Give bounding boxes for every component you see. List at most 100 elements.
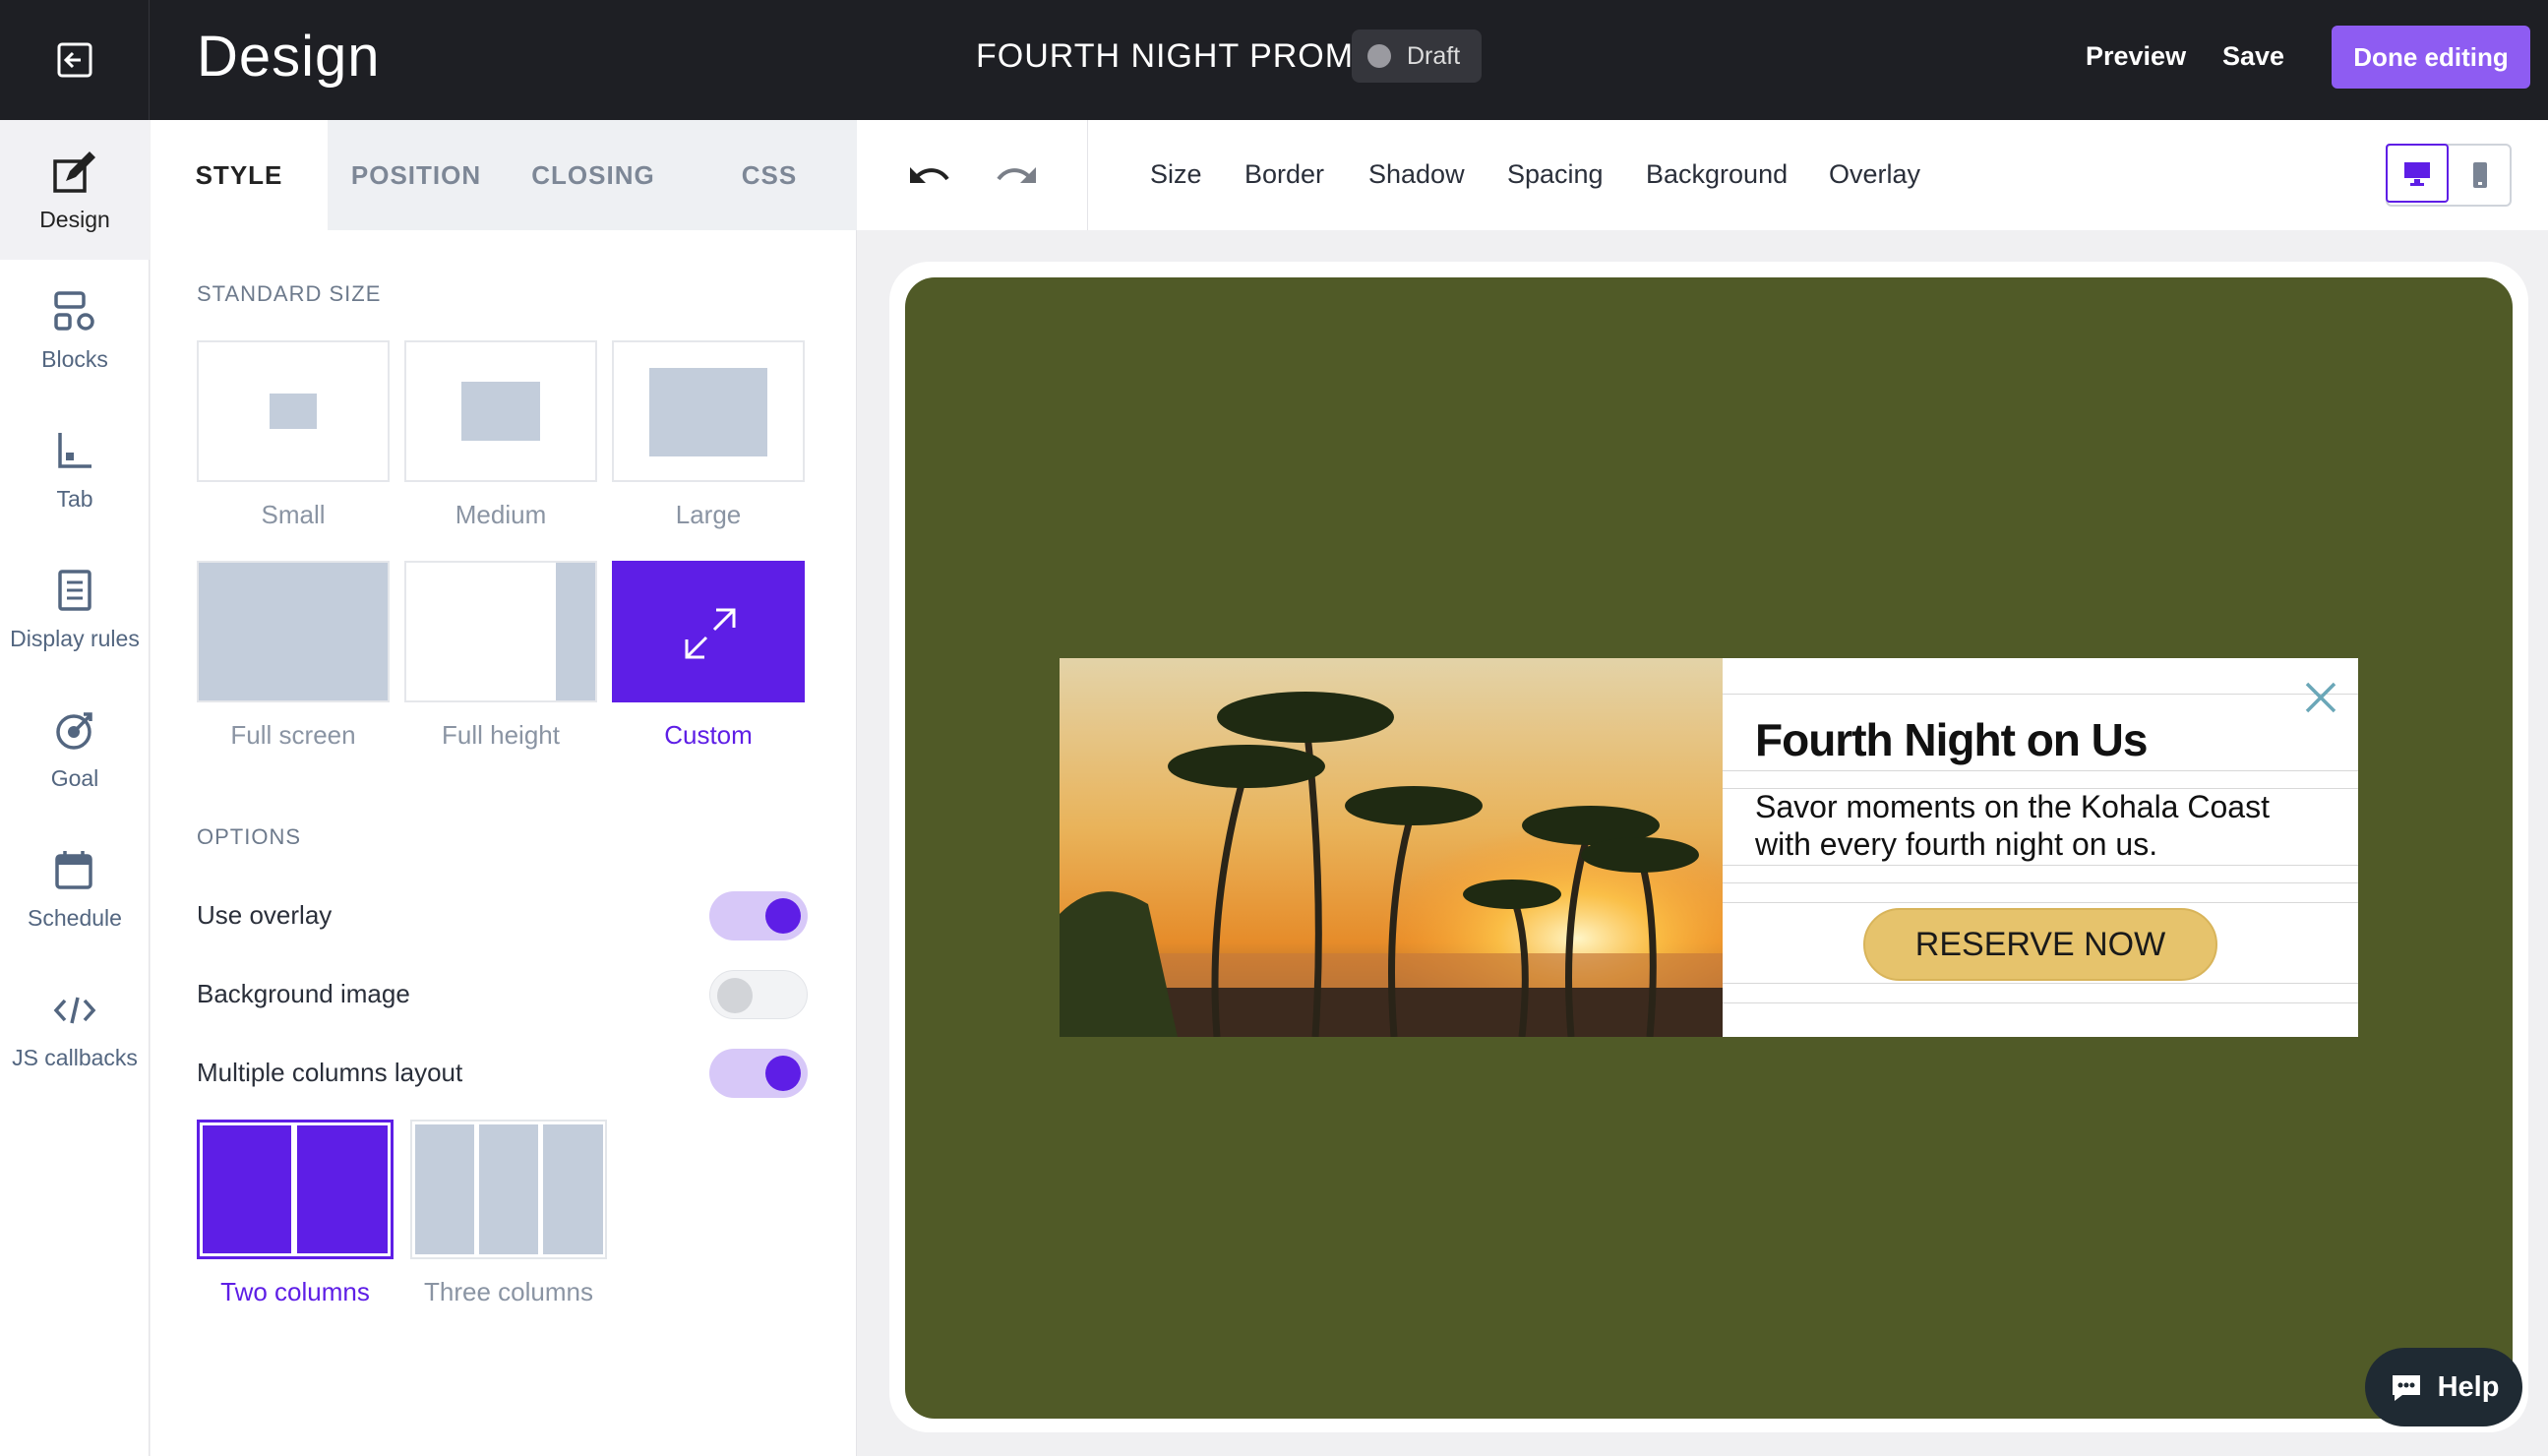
reserve-now-button[interactable]: RESERVE NOW: [1863, 908, 2217, 981]
size-medium-card[interactable]: [404, 340, 597, 482]
three-columns-label: Three columns: [424, 1277, 593, 1306]
guide-line: [1723, 1002, 2358, 1003]
mobile-view-button[interactable]: [2449, 146, 2512, 205]
tab-css[interactable]: CSS: [682, 120, 857, 230]
rail-label-goal: Goal: [50, 764, 99, 791]
rail-item-tab[interactable]: Tab: [0, 399, 150, 539]
multiple-columns-toggle[interactable]: [709, 1049, 808, 1098]
style-toolbar: Size Border Shadow Spacing Background Ov…: [857, 120, 2548, 230]
size-full-height-label: Full height: [442, 720, 560, 750]
toggle-knob: [765, 898, 801, 934]
size-medium-label: Medium: [455, 500, 547, 529]
mobile-icon: [2473, 162, 2487, 188]
column-preview: [297, 1125, 388, 1253]
guide-line: [1723, 983, 2358, 984]
tab-closing[interactable]: CLOSING: [505, 120, 682, 230]
beach-image: [1060, 658, 1723, 1037]
guide-line: [1723, 770, 2358, 771]
rail-item-blocks[interactable]: Blocks: [0, 260, 150, 399]
size-custom-card[interactable]: [612, 561, 805, 702]
size-small-preview: [270, 394, 317, 429]
help-label: Help: [2437, 1370, 2500, 1403]
size-full-height-card[interactable]: [404, 561, 597, 702]
three-columns-card[interactable]: [410, 1120, 607, 1259]
rail-item-goal[interactable]: Goal: [0, 679, 150, 819]
top-bar: Design FOURTH NIGHT PROMO Draft Preview …: [0, 0, 2548, 120]
exit-icon: [57, 42, 91, 78]
status-label: Draft: [1407, 41, 1461, 70]
code-icon: [53, 997, 96, 1023]
size-medium-preview: [461, 382, 540, 441]
goal-icon: [56, 711, 92, 750]
column-preview: [479, 1124, 538, 1254]
toggle-knob: [765, 1056, 801, 1091]
rail-item-display-rules[interactable]: Display rules: [0, 539, 150, 679]
rail-label-schedule: Schedule: [28, 904, 122, 931]
guide-line: [1723, 865, 2358, 866]
rail-label-display-rules: Display rules: [10, 625, 140, 651]
left-rail: Design Blocks Tab Display rules Goal Sch…: [0, 120, 150, 1456]
desktop-view-button[interactable]: [2386, 144, 2449, 203]
popup-title[interactable]: Fourth Night on Us: [1755, 713, 2148, 766]
save-button[interactable]: Save: [2222, 41, 2284, 72]
panel-tabs: STYLE POSITION CLOSING CSS: [151, 120, 857, 230]
status-badge: Draft: [1352, 30, 1483, 83]
rail-item-design[interactable]: Design: [0, 120, 150, 260]
two-columns-label: Two columns: [220, 1277, 370, 1306]
resize-icon: [685, 608, 736, 659]
size-large-card[interactable]: [612, 340, 805, 482]
size-small-card[interactable]: [197, 340, 390, 482]
rail-item-js-callbacks[interactable]: JS callbacks: [0, 958, 150, 1098]
size-small-label: Small: [261, 500, 326, 529]
guide-line: [1723, 882, 2358, 883]
size-full-height-preview: [556, 563, 595, 700]
status-dot-icon: [1367, 44, 1391, 68]
size-full-screen-label: Full screen: [230, 720, 356, 750]
rail-item-schedule[interactable]: Schedule: [0, 819, 150, 958]
tab-icon: [58, 432, 91, 468]
undo-icon[interactable]: [906, 155, 953, 195]
campaign-name[interactable]: FOURTH NIGHT PROMO: [976, 37, 1381, 76]
chat-icon: [2392, 1375, 2420, 1401]
tab-position[interactable]: POSITION: [328, 120, 505, 230]
toolbar-background[interactable]: Background: [1646, 159, 1788, 190]
toolbar-divider: [1087, 120, 1088, 230]
background-image-toggle[interactable]: [709, 970, 808, 1019]
redo-icon[interactable]: [993, 155, 1040, 195]
toolbar-overlay[interactable]: Overlay: [1829, 159, 1920, 190]
exit-button[interactable]: [0, 0, 150, 120]
guide-line: [1723, 694, 2358, 695]
use-overlay-toggle[interactable]: [709, 891, 808, 940]
display-rules-icon: [58, 569, 91, 611]
tab-style[interactable]: STYLE: [151, 120, 328, 230]
rail-label-design: Design: [39, 206, 110, 232]
done-editing-button[interactable]: Done editing: [2332, 26, 2530, 89]
popup-preview[interactable]: Fourth Night on Us Savor moments on the …: [1060, 658, 2358, 1037]
guide-line: [1723, 902, 2358, 903]
popup-text[interactable]: Savor moments on the Kohala Coast with e…: [1755, 788, 2306, 863]
rail-label-blocks: Blocks: [41, 345, 108, 372]
toolbar-spacing[interactable]: Spacing: [1507, 159, 1604, 190]
background-image-label: Background image: [197, 979, 410, 1008]
toolbar-shadow[interactable]: Shadow: [1368, 159, 1465, 190]
calendar-icon: [55, 850, 92, 889]
column-preview: [415, 1124, 474, 1254]
toolbar-border[interactable]: Border: [1244, 159, 1324, 190]
column-preview: [203, 1125, 291, 1253]
size-full-screen-card[interactable]: [197, 561, 390, 702]
close-icon[interactable]: [2301, 678, 2340, 717]
toolbar-size[interactable]: Size: [1150, 159, 1202, 190]
blocks-icon: [54, 290, 94, 331]
preview-button[interactable]: Preview: [2086, 41, 2186, 72]
column-preview: [543, 1124, 603, 1254]
desktop-icon: [2404, 162, 2430, 186]
size-custom-label: Custom: [664, 720, 753, 750]
rail-label-tab: Tab: [56, 485, 93, 512]
size-full-screen-preview: [199, 563, 388, 700]
two-columns-card[interactable]: [197, 1120, 394, 1259]
help-button[interactable]: Help: [2365, 1348, 2522, 1426]
device-switcher: [2386, 144, 2512, 207]
use-overlay-label: Use overlay: [197, 900, 333, 930]
size-large-label: Large: [675, 500, 742, 529]
settings-panel: STYLE POSITION CLOSING CSS STANDARD SIZE…: [151, 120, 857, 1456]
